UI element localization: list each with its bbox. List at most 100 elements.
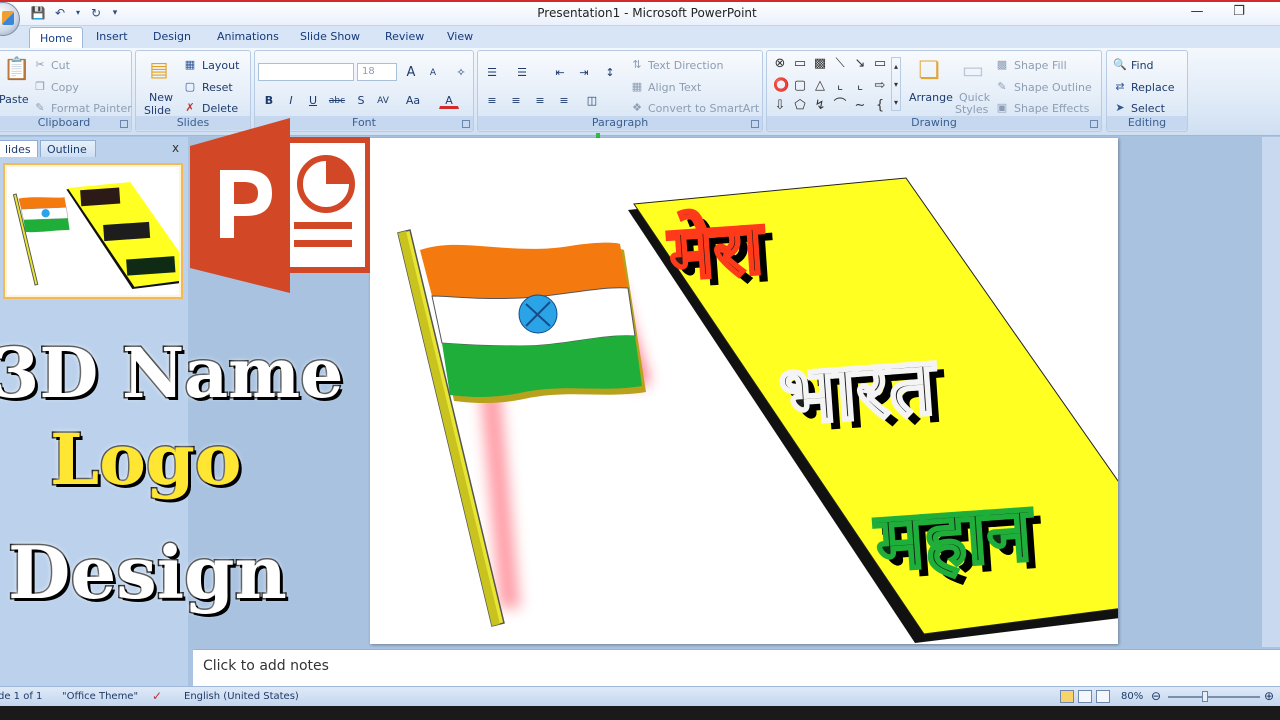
shape-pentagon-icon[interactable]: ⬠ — [793, 99, 807, 113]
paste-button[interactable]: Paste — [0, 93, 29, 106]
convert-smartart-button[interactable]: Convert to SmartArt — [648, 102, 759, 115]
columns-button[interactable]: ◫ — [582, 91, 602, 109]
shape-oval-icon[interactable]: ⭕ — [773, 79, 789, 93]
layout-button[interactable]: Layout — [202, 59, 239, 72]
arrange-icon[interactable]: ❏ — [915, 55, 943, 85]
spellcheck-icon[interactable]: ✓ — [152, 689, 162, 703]
shape-line-icon[interactable]: ⟍ — [833, 57, 847, 71]
align-center-button[interactable]: ≡ — [506, 91, 526, 109]
layout-icon: ▦ — [184, 58, 196, 71]
shape-right-arrow-icon[interactable]: ⇨ — [873, 79, 887, 93]
text-direction-button[interactable]: Text Direction — [648, 59, 723, 72]
slide-sorter-view-icon[interactable] — [1078, 690, 1092, 703]
language[interactable]: English (United States) — [184, 691, 299, 702]
shape-fill-button[interactable]: Shape Fill — [1014, 59, 1067, 72]
zoom-level[interactable]: 80% — [1121, 691, 1143, 702]
shape-brace-icon[interactable]: { — [873, 99, 887, 113]
select-button[interactable]: Select — [1131, 102, 1165, 115]
shape-effects-button[interactable]: Shape Effects — [1014, 102, 1089, 115]
shape-rectangle-icon[interactable]: ▭ — [873, 57, 887, 71]
paste-icon[interactable]: 📋 — [3, 57, 30, 83]
new-slide-icon[interactable]: ▤ — [146, 57, 172, 81]
bold-button[interactable]: B — [259, 91, 279, 109]
grow-font-button[interactable]: A — [401, 63, 421, 81]
minimize-button[interactable]: — — [1188, 4, 1206, 19]
font-name-box[interactable] — [258, 63, 354, 81]
justify-button[interactable]: ≡ — [554, 91, 574, 109]
shrink-font-button[interactable]: A — [423, 63, 443, 81]
zoom-slider-track[interactable] — [1168, 696, 1260, 698]
theme-name: "Office Theme" — [62, 691, 139, 702]
find-button[interactable]: Find — [1131, 59, 1154, 72]
tab-design[interactable]: Design — [153, 30, 191, 43]
normal-view-icon[interactable] — [1060, 690, 1074, 703]
cut-button[interactable]: Cut — [51, 59, 70, 72]
shape-outline-button[interactable]: Shape Outline — [1014, 81, 1092, 94]
slide-thumbnail[interactable] — [3, 163, 183, 299]
change-case-button[interactable]: Aa — [403, 91, 423, 109]
character-spacing-button[interactable]: AV — [373, 91, 393, 109]
increase-indent-button[interactable]: ⇥ — [574, 63, 594, 81]
text-shadow-button[interactable]: S — [351, 91, 371, 109]
slide-show-view-icon[interactable] — [1096, 690, 1110, 703]
bullets-button[interactable]: ☰ — [482, 63, 502, 81]
align-text-button[interactable]: Align Text — [648, 81, 701, 94]
decrease-indent-button[interactable]: ⇤ — [550, 63, 570, 81]
dialog-launcher-icon[interactable] — [120, 120, 128, 128]
shape-elbow-icon[interactable]: ⌞ — [833, 79, 847, 93]
shape-curve-icon[interactable]: ∼ — [853, 99, 867, 113]
format-painter-button[interactable]: Format Painter — [51, 102, 132, 115]
delete-button[interactable]: Delete — [202, 102, 238, 115]
tab-insert[interactable]: Insert — [96, 30, 128, 43]
underline-button[interactable]: U — [303, 91, 323, 109]
editing-label: Editing — [1107, 116, 1187, 130]
reset-button[interactable]: Reset — [202, 81, 233, 94]
select-icon: ➤ — [1115, 101, 1125, 114]
shape-wave-icon[interactable]: ▭ — [793, 57, 807, 71]
replace-button[interactable]: Replace — [1131, 81, 1175, 94]
tab-animations[interactable]: Animations — [217, 30, 279, 43]
shape-rounded-rect-icon[interactable]: ▢ — [793, 79, 807, 93]
tab-slide-show[interactable]: Slide Show — [300, 30, 360, 43]
slide-canvas[interactable]: मेरा मेरा भारत भारत महान महान — [370, 138, 1118, 644]
shape-elbow2-icon[interactable]: ⌞ — [853, 79, 867, 93]
shape-oval-x-icon[interactable]: ⊗ — [773, 57, 787, 71]
restore-button[interactable]: ❐ — [1230, 4, 1248, 19]
align-left-button[interactable]: ≡ — [482, 91, 502, 109]
new-slide-label-1[interactable]: New — [149, 91, 173, 104]
quick-styles-icon[interactable]: ▭ — [959, 55, 987, 85]
tab-slides[interactable]: lides — [0, 140, 38, 157]
font-color-button[interactable]: A — [439, 91, 459, 109]
smartart-icon: ❖ — [632, 101, 642, 114]
zoom-slider-thumb[interactable] — [1202, 691, 1208, 702]
tab-view[interactable]: View — [447, 30, 473, 43]
zoom-out-icon[interactable]: ⊖ — [1151, 689, 1161, 703]
tab-outline[interactable]: Outline — [40, 140, 96, 157]
italic-button[interactable]: I — [281, 91, 301, 109]
clear-format-button[interactable]: ✧ — [451, 63, 471, 81]
shape-triangle-icon[interactable]: △ — [813, 79, 827, 93]
align-right-button[interactable]: ≡ — [530, 91, 550, 109]
arrange-button[interactable]: Arrange — [909, 91, 953, 104]
vertical-scrollbar[interactable] — [1262, 137, 1280, 647]
shape-arrow-line-icon[interactable]: ↘ — [853, 57, 867, 71]
copy-button[interactable]: Copy — [51, 81, 79, 94]
shape-down-arrow-icon[interactable]: ⇩ — [773, 99, 787, 113]
zoom-in-icon[interactable]: ⊕ — [1264, 689, 1274, 703]
shape-gallery-more-icon[interactable]: ▴ ▾ ▾ — [891, 57, 901, 111]
font-dialog-launcher-icon[interactable] — [462, 120, 470, 128]
numbering-button[interactable]: ☰ — [512, 63, 532, 81]
tab-home[interactable]: Home — [29, 27, 84, 49]
drawing-dialog-launcher-icon[interactable] — [1090, 120, 1098, 128]
line-spacing-button[interactable]: ↕ — [600, 63, 620, 81]
shape-lightning-icon[interactable]: ↯ — [813, 99, 827, 113]
font-size-box[interactable]: 18 — [357, 63, 397, 81]
strikethrough-button[interactable]: abc — [327, 91, 347, 109]
notes-pane[interactable]: Click to add notes — [193, 649, 1280, 686]
shape-textbox-icon[interactable]: ▩ — [813, 57, 827, 71]
shape-arc-icon[interactable]: ⌒ — [833, 99, 847, 113]
quick-styles-label-2[interactable]: Styles — [955, 103, 988, 116]
paragraph-dialog-launcher-icon[interactable] — [751, 120, 759, 128]
close-icon[interactable]: x — [172, 141, 179, 155]
tab-review[interactable]: Review — [385, 30, 424, 43]
